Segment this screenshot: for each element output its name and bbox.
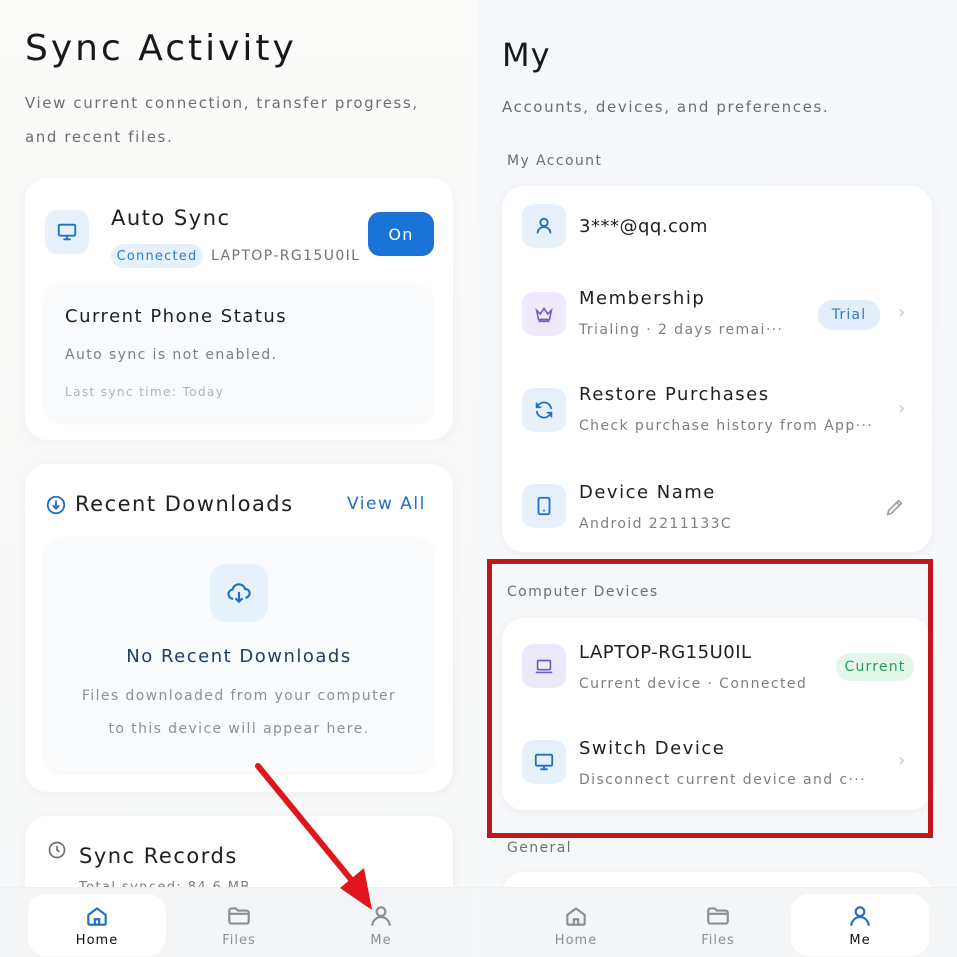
chevron-right-icon: › xyxy=(898,750,906,771)
sync-activity-screen: Sync Activity View current connection, t… xyxy=(0,0,478,957)
current-badge: Current xyxy=(836,653,914,681)
restore-purchases-title: Restore Purchases xyxy=(579,384,770,405)
current-device-desc: Current device · Connected xyxy=(579,676,808,692)
membership-title: Membership xyxy=(579,288,706,309)
empty-downloads-line1: Files downloaded from your computer xyxy=(81,688,397,704)
empty-downloads-panel: No Recent Downloads Files downloaded fro… xyxy=(45,538,433,772)
auto-sync-title: Auto Sync xyxy=(111,206,231,230)
refresh-icon xyxy=(522,388,566,432)
device-name-row[interactable]: Device Name Android 2211133C xyxy=(502,468,932,552)
page-title-my: My xyxy=(502,36,551,74)
section-label-general: General xyxy=(507,840,572,856)
sync-records-title: Sync Records xyxy=(79,844,238,868)
clock-icon xyxy=(47,840,67,860)
download-circle-icon xyxy=(45,494,67,516)
phone-icon xyxy=(522,484,566,528)
user-icon xyxy=(850,905,870,926)
restore-purchases-row[interactable]: Restore Purchases Check purchase history… xyxy=(502,372,932,462)
account-card: 3***@qq.com Membership Trialing · 2 days… xyxy=(502,186,932,552)
recent-downloads-title: Recent Downloads xyxy=(75,492,294,516)
computer-devices-card: LAPTOP-RG15U0IL Current device · Connect… xyxy=(502,618,932,810)
page-subtitle-my: Accounts, devices, and preferences. xyxy=(502,98,830,116)
tab-home-label: Home xyxy=(75,932,119,948)
annotation-arrow xyxy=(255,763,372,910)
account-row[interactable]: 3***@qq.com xyxy=(502,186,932,270)
phone-status-message: Auto sync is not enabled. xyxy=(65,347,278,363)
view-all-link[interactable]: View All xyxy=(347,494,426,514)
restore-purchases-desc: Check purchase history from App··· xyxy=(579,418,874,434)
device-name-value: Android 2211133C xyxy=(579,516,733,532)
page-subtitle-line2: and recent files. xyxy=(25,128,174,146)
tab-me-label: Me xyxy=(849,932,871,948)
page-subtitle-line1: View current connection, transfer progre… xyxy=(25,94,419,112)
account-email: 3***@qq.com xyxy=(579,216,708,237)
device-name-title: Device Name xyxy=(579,482,716,503)
home-icon xyxy=(566,906,586,926)
membership-desc: Trialing · 2 days remai··· xyxy=(579,322,784,338)
tab-home[interactable]: Home xyxy=(28,894,166,956)
chevron-right-icon: › xyxy=(898,302,906,323)
monitor-icon xyxy=(45,210,89,254)
phone-status-panel: Current Phone Status Auto sync is not en… xyxy=(45,284,433,422)
recent-downloads-card: Recent Downloads View All No Recent Down… xyxy=(25,464,453,792)
user-icon xyxy=(522,204,566,248)
trial-badge: Trial xyxy=(818,300,880,330)
folder-icon xyxy=(228,906,250,925)
folder-icon xyxy=(707,906,729,925)
membership-row[interactable]: Membership Trialing · 2 days remai··· Tr… xyxy=(502,276,932,366)
empty-downloads-line2: to this device will appear here. xyxy=(108,721,370,737)
edit-pencil-icon[interactable] xyxy=(884,496,906,518)
auto-sync-toggle-button[interactable]: On xyxy=(368,212,434,256)
page-title: Sync Activity xyxy=(25,28,297,69)
switch-device-title: Switch Device xyxy=(579,738,726,759)
empty-downloads-title: No Recent Downloads xyxy=(126,646,352,667)
connected-badge: Connected xyxy=(111,244,203,268)
section-label-computer-devices: Computer Devices xyxy=(507,584,659,600)
switch-device-desc: Disconnect current device and c··· xyxy=(579,772,867,788)
home-icon xyxy=(87,906,107,926)
chevron-right-icon: › xyxy=(898,398,906,419)
phone-status-title: Current Phone Status xyxy=(65,306,288,327)
tab-files[interactable]: Files xyxy=(649,894,787,956)
tab-home[interactable]: Home xyxy=(507,894,645,956)
last-sync-time: Last sync time: Today xyxy=(65,385,225,399)
laptop-icon xyxy=(522,644,566,688)
cloud-download-icon xyxy=(210,564,268,622)
my-screen: My Accounts, devices, and preferences. M… xyxy=(479,0,957,957)
current-device-row[interactable]: LAPTOP-RG15U0IL Current device · Connect… xyxy=(502,618,932,714)
monitor-icon xyxy=(522,740,566,784)
switch-device-row[interactable]: Switch Device Disconnect current device … xyxy=(502,718,932,810)
tab-home-label: Home xyxy=(554,932,598,948)
tab-me[interactable]: Me xyxy=(791,894,929,956)
tab-files-label: Files xyxy=(222,932,256,948)
current-device-title: LAPTOP-RG15U0IL xyxy=(579,642,752,663)
tab-me-label: Me xyxy=(370,932,392,948)
tab-files-label: Files xyxy=(701,932,735,948)
section-label-my-account: My Account xyxy=(507,153,603,169)
auto-sync-card: Auto Sync Connected LAPTOP-RG15U0IL On C… xyxy=(25,178,453,440)
connected-device-name: LAPTOP-RG15U0IL xyxy=(211,248,361,264)
bottom-tab-bar: Home Files Me xyxy=(0,887,478,957)
bottom-tab-bar: Home Files Me xyxy=(479,887,957,957)
crown-icon xyxy=(522,292,566,336)
